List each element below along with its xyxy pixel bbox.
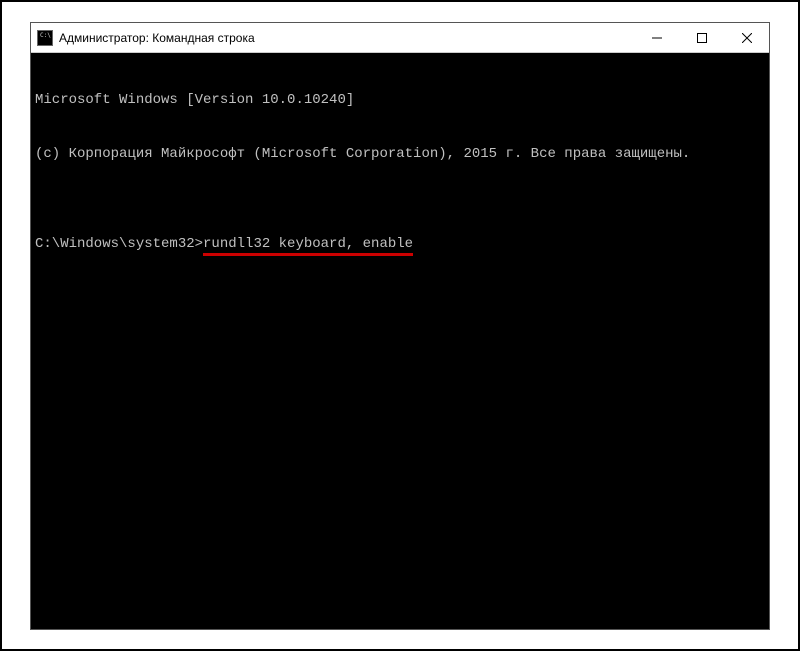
close-button[interactable] bbox=[724, 23, 769, 52]
close-icon bbox=[742, 33, 752, 43]
command-prompt-window: Администратор: Командная строка Mic bbox=[30, 22, 770, 630]
command-input[interactable]: rundll32 keyboard, enable bbox=[203, 236, 413, 252]
console-area[interactable]: Microsoft Windows [Version 10.0.10240] (… bbox=[31, 53, 769, 629]
highlight-underline bbox=[203, 253, 413, 256]
maximize-button[interactable] bbox=[679, 23, 724, 52]
console-output-line: (c) Корпорация Майкрософт (Microsoft Cor… bbox=[35, 145, 765, 163]
console-prompt-line: C:\Windows\system32>rundll32 keyboard, e… bbox=[35, 235, 765, 253]
prompt-text: C:\Windows\system32> bbox=[35, 236, 203, 252]
maximize-icon bbox=[697, 33, 707, 43]
cmd-icon bbox=[37, 30, 53, 46]
window-controls bbox=[634, 23, 769, 52]
text-cursor bbox=[413, 237, 421, 252]
titlebar-left: Администратор: Командная строка bbox=[31, 30, 634, 46]
minimize-icon bbox=[652, 33, 662, 43]
command-container: rundll32 keyboard, enable bbox=[203, 235, 413, 253]
window-title: Администратор: Командная строка bbox=[59, 31, 255, 45]
console-output-line: Microsoft Windows [Version 10.0.10240] bbox=[35, 91, 765, 109]
titlebar[interactable]: Администратор: Командная строка bbox=[31, 23, 769, 53]
minimize-button[interactable] bbox=[634, 23, 679, 52]
